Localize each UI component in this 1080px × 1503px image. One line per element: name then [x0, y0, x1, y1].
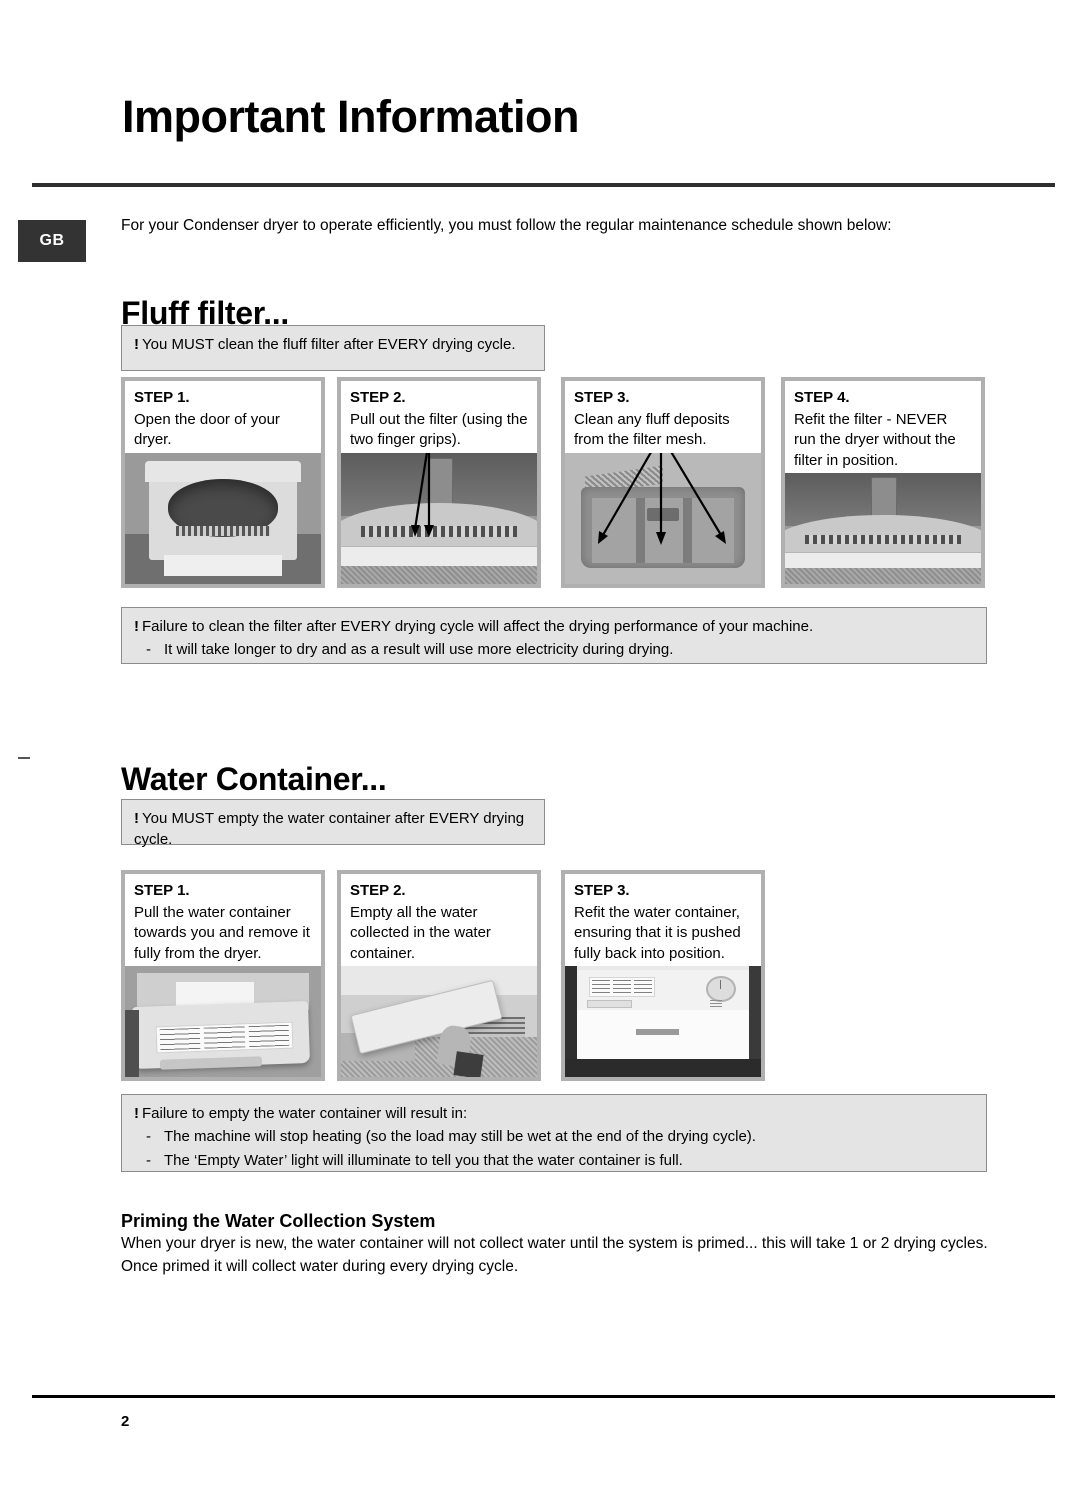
notice-fluff-failure: ! Failure to clean the filter after EVERY…	[121, 607, 987, 664]
step-description: Pull the water container towards you and…	[134, 903, 310, 963]
control-panel-label	[588, 977, 656, 998]
step-text-block: STEP 1. Pull the water container towards…	[125, 874, 321, 966]
load-table-label	[155, 1021, 294, 1053]
step-label: STEP 1.	[134, 389, 190, 406]
step-label: STEP 3.	[574, 882, 630, 899]
notice-water-must-empty: ! You MUST empty the water container afte…	[121, 799, 545, 849]
locale-badge: GB	[18, 220, 86, 262]
step-label: STEP 4.	[794, 389, 850, 406]
priming-paragraph: When your dryer is new, the water contai…	[121, 1235, 988, 1276]
bullet-dash: -	[146, 1151, 151, 1169]
bullet-text: The machine will stop heating (so the lo…	[164, 1128, 756, 1146]
notice-lead-line: ! Failure to clean the filter after EVERY…	[134, 616, 976, 637]
footer-divider	[32, 1395, 1055, 1398]
header-divider	[32, 183, 1055, 187]
notice-bullet: - The ‘Empty Water’ light will illuminate…	[134, 1150, 976, 1171]
step-card-fluff-3: STEP 3. Clean any fluff deposits from th…	[561, 377, 765, 588]
step-card-water-2: STEP 2. Empty all the water collected in…	[337, 870, 541, 1081]
warning-bang-icon: !	[134, 1105, 139, 1122]
step-description: Open the door of your dryer.	[134, 410, 280, 449]
step-card-water-1: STEP 1. Pull the water container towards…	[121, 870, 325, 1081]
filter-mesh-photo	[565, 453, 761, 584]
water-container-removal-photo	[125, 966, 321, 1077]
notice-water-failure: ! Failure to empty the water container wi…	[121, 1094, 987, 1172]
step-text-block: STEP 2. Pull out the filter (using the t…	[341, 381, 537, 453]
intro-paragraph: For your Condenser dryer to operate effi…	[121, 217, 892, 234]
step-description: Refit the water container, ensuring that…	[574, 903, 741, 963]
bullet-text: The ‘Empty Water’ light will illuminate …	[164, 1151, 683, 1169]
notice-text: Failure to clean the filter after EVERY …	[142, 618, 814, 635]
filter-finger-grips-photo	[341, 453, 537, 584]
subheading-priming: Priming the Water Collection System	[121, 1211, 436, 1231]
step-description: Pull out the filter (using the two finge…	[350, 410, 528, 449]
step-text-block: STEP 2. Empty all the water collected in…	[341, 874, 537, 966]
step-label: STEP 2.	[350, 882, 406, 899]
margin-tick-mark	[18, 757, 30, 759]
filter-refit-photo	[785, 473, 981, 584]
notice-fluff-must-clean: ! You MUST clean the fluff filter after E…	[121, 325, 545, 371]
step-text-block: STEP 1. Open the door of your dryer.	[125, 381, 321, 453]
step-description: Refit the filter - NEVER run the dryer w…	[794, 410, 956, 470]
step-text-block: STEP 3. Refit the water container, ensur…	[565, 874, 761, 966]
warning-bang-icon: !	[134, 810, 139, 827]
notice-bullet: - The machine will stop heating (so the l…	[134, 1126, 976, 1147]
bullet-dash: -	[146, 1128, 151, 1146]
step-card-fluff-1: STEP 1. Open the door of your dryer.	[121, 377, 325, 588]
step-card-fluff-4: STEP 4. Refit the filter - NEVER run the…	[781, 377, 985, 588]
warning-bang-icon: !	[134, 618, 139, 635]
step-description: Clean any fluff deposits from the filter…	[574, 410, 730, 449]
notice-text: Failure to empty the water container wil…	[142, 1105, 468, 1122]
bullet-dash: -	[146, 641, 151, 659]
step-label: STEP 3.	[574, 389, 630, 406]
notice-text: You MUST clean the fluff filter after EV…	[142, 336, 516, 353]
notice-lead-line: ! Failure to empty the water container wi…	[134, 1103, 976, 1124]
step-card-fluff-2: STEP 2. Pull out the filter (using the t…	[337, 377, 541, 588]
page-title: Important Information	[122, 91, 579, 143]
dryer-front-photo	[565, 966, 761, 1077]
page-number: 2	[121, 1413, 130, 1430]
step-label: STEP 2.	[350, 389, 406, 406]
warning-bang-icon: !	[134, 336, 139, 353]
dryer-open-door-photo	[125, 453, 321, 584]
notice-bullet: - It will take longer to dry and as a res…	[134, 639, 976, 660]
section-heading-water-container: Water Container...	[121, 760, 387, 797]
step-text-block: STEP 4. Refit the filter - NEVER run the…	[785, 381, 981, 473]
manual-page: Important Information GB For your Conden…	[0, 0, 1080, 1503]
notice-text: You MUST empty the water container after…	[134, 810, 525, 849]
step-text-block: STEP 3. Clean any fluff deposits from th…	[565, 381, 761, 453]
water-container-emptying-photo	[341, 966, 537, 1077]
bullet-text: It will take longer to dry and as a resu…	[164, 641, 674, 659]
step-label: STEP 1.	[134, 882, 190, 899]
step-card-water-3: STEP 3. Refit the water container, ensur…	[561, 870, 765, 1081]
program-knob-icon	[706, 975, 736, 1003]
step-description: Empty all the water collected in the wat…	[350, 903, 491, 963]
